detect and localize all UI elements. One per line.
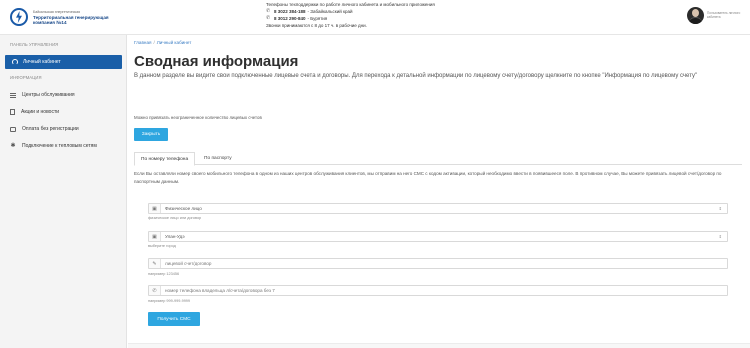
sidebar-item-service-centers[interactable]: Центры обслуживания <box>10 92 75 98</box>
chevron-updown-icon: ⇕ <box>718 206 722 211</box>
support-phone-region: - Бурятия <box>307 16 328 21</box>
sidebar-item-connection[interactable]: ✱ Подключение к тепловым сетям <box>10 143 97 149</box>
avatar[interactable] <box>687 7 704 24</box>
tab-by-phone[interactable]: По номеру телефона <box>134 152 196 166</box>
logo-text: Байкальская энергетическая Территориальн… <box>33 10 109 25</box>
top-header: Байкальская энергетическая Территориальн… <box>0 0 750 35</box>
sidebar-item-label: Центры обслуживания <box>22 92 75 98</box>
support-title: Телефоны техподдержки по работе личного … <box>266 2 435 7</box>
sidebar: ПАНЕЛЬ УПРАВЛЕНИЯ Личный кабинет ИНФОРМА… <box>0 35 127 348</box>
main-content: Главная / Личный кабинет Сводная информаци… <box>128 35 750 348</box>
account-input[interactable] <box>165 260 705 267</box>
support-phone-row: ✆ 8 3022 384-188 - Забайкальский край <box>266 8 435 15</box>
tab-description: Если Вы оставляли номер своего мобильног… <box>134 171 722 184</box>
support-phone-number[interactable]: 8 3012 290-840 <box>274 15 306 22</box>
sidebar-heading-panel: ПАНЕЛЬ УПРАВЛЕНИЯ <box>10 42 59 47</box>
page-title: Сводная информация <box>134 53 299 70</box>
close-button[interactable]: Закрыть <box>134 128 168 141</box>
support-phone-row: ✆ 8 3012 290-840 - Бурятия <box>266 15 435 22</box>
phone-input[interactable] <box>165 287 705 294</box>
connect-icon: ✱ <box>10 143 16 149</box>
client-type-value: Физическое лицо <box>165 206 202 211</box>
sidebar-item-label: Подключение к тепловым сетям <box>22 143 97 149</box>
phone-icon: ✆ <box>266 8 271 14</box>
user-icon: ▣ <box>149 204 161 213</box>
breadcrumb-current[interactable]: Личный кабинет <box>157 40 192 45</box>
location-icon: ▣ <box>149 232 161 241</box>
sidebar-item-payment[interactable]: Оплата без регистрации <box>10 126 79 132</box>
footer-bar <box>128 343 750 348</box>
pencil-icon: ✎ <box>149 259 161 268</box>
account-hint: например 123456 <box>148 272 180 276</box>
support-phone-number[interactable]: 8 3022 384-188 <box>274 8 306 15</box>
breadcrumb-home[interactable]: Главная <box>134 40 151 45</box>
accounts-note: Можно привязать неограниченное количеств… <box>134 115 262 120</box>
client-type-hint: физическое лицо или договор <box>148 216 202 220</box>
sidebar-heading-info: ИНФОРМАЦИЯ <box>10 75 42 80</box>
gauge-icon <box>12 59 18 65</box>
user-name[interactable]: Пользователь личного кабинета <box>707 11 743 19</box>
phone-icon: ✆ <box>266 15 271 21</box>
support-hours: Звонки принимаются с 8 до 17 ч. в рабочи… <box>266 23 367 28</box>
phone-field[interactable]: ✆ <box>148 285 728 296</box>
logo-line-2: Территориальная генерирующая <box>33 14 109 20</box>
logo-icon <box>8 6 30 28</box>
company-logo[interactable]: Байкальская энергетическая Территориальн… <box>8 6 109 28</box>
card-icon <box>10 126 16 132</box>
news-icon <box>10 109 15 115</box>
phone-hint: например 999-999-9999 <box>148 299 191 303</box>
sidebar-item-news[interactable]: Акции и новости <box>10 109 59 115</box>
tab-by-passport[interactable]: По паспорту <box>198 152 238 165</box>
sidebar-item-label: Акции и новости <box>21 109 60 115</box>
city-hint: выберите город <box>148 244 176 248</box>
phone-icon: ✆ <box>149 286 161 295</box>
sidebar-item-label: Личный кабинет <box>23 59 61 65</box>
list-icon <box>10 92 16 98</box>
breadcrumb: Главная / Личный кабинет <box>134 40 191 45</box>
sidebar-item-personal-account[interactable]: Личный кабинет <box>5 55 122 69</box>
intro-text: В данном разделе вы видите свои подключе… <box>134 73 698 79</box>
support-contacts: Телефоны техподдержки по работе личного … <box>266 1 435 29</box>
sidebar-item-label: Оплата без регистрации <box>22 126 79 132</box>
city-select[interactable]: ▣ Улан-Удэ ⇕ <box>148 231 728 242</box>
logo-line-3: компания №14 <box>33 19 67 25</box>
breadcrumb-separator: / <box>153 40 155 45</box>
account-field[interactable]: ✎ <box>148 258 728 269</box>
get-sms-button[interactable]: Получить СМС <box>148 312 200 326</box>
chevron-updown-icon: ⇕ <box>718 234 722 239</box>
client-type-select[interactable]: ▣ Физическое лицо ⇕ <box>148 203 728 214</box>
city-value: Улан-Удэ <box>165 234 185 239</box>
tab-bar: По номеру телефона По паспорту <box>134 152 742 166</box>
support-phone-region: - Забайкальский край <box>307 9 353 14</box>
